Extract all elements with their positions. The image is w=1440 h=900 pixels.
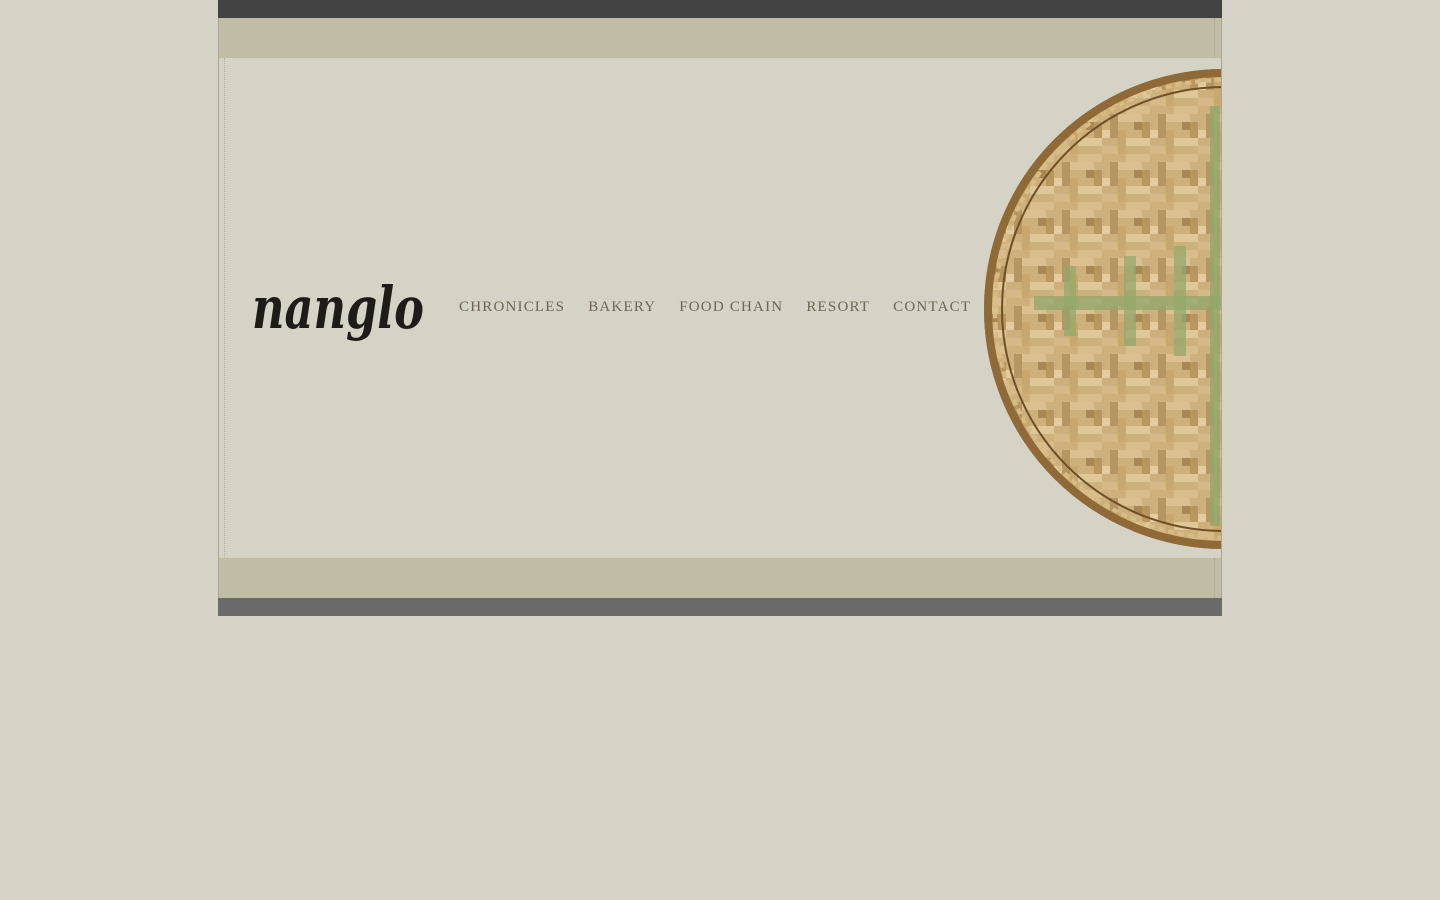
header-band [218,18,1222,58]
frame-dotted-border-left [224,58,225,558]
nav-link-contact[interactable]: CONTACT [893,299,971,316]
nav-link-bakery[interactable]: BAKERY [588,299,656,316]
nav-link-resort[interactable]: RESORT [806,299,870,316]
frame-border-left [218,18,219,598]
logo-text: nanglo [252,274,424,342]
footer-band [218,558,1222,598]
page-frame: nanglo CHRONICLES BAKERY FOOD CHAIN RESO… [218,0,1222,616]
top-bar [218,0,1222,18]
woven-tray-image [984,69,1222,549]
nav-link-chronicles[interactable]: CHRONICLES [459,299,565,316]
bottom-bar [218,598,1222,616]
main-nav: CHRONICLES BAKERY FOOD CHAIN RESORT CONT… [459,299,971,316]
frame-dotted-border-right-top [1214,18,1215,58]
nav-link-food-chain[interactable]: FOOD CHAIN [679,299,783,316]
site-logo[interactable]: nanglo [252,268,432,348]
frame-border-right [1221,18,1222,598]
hero-area: nanglo CHRONICLES BAKERY FOOD CHAIN RESO… [218,58,1222,558]
frame-dotted-border-right-bottom [1214,558,1215,598]
